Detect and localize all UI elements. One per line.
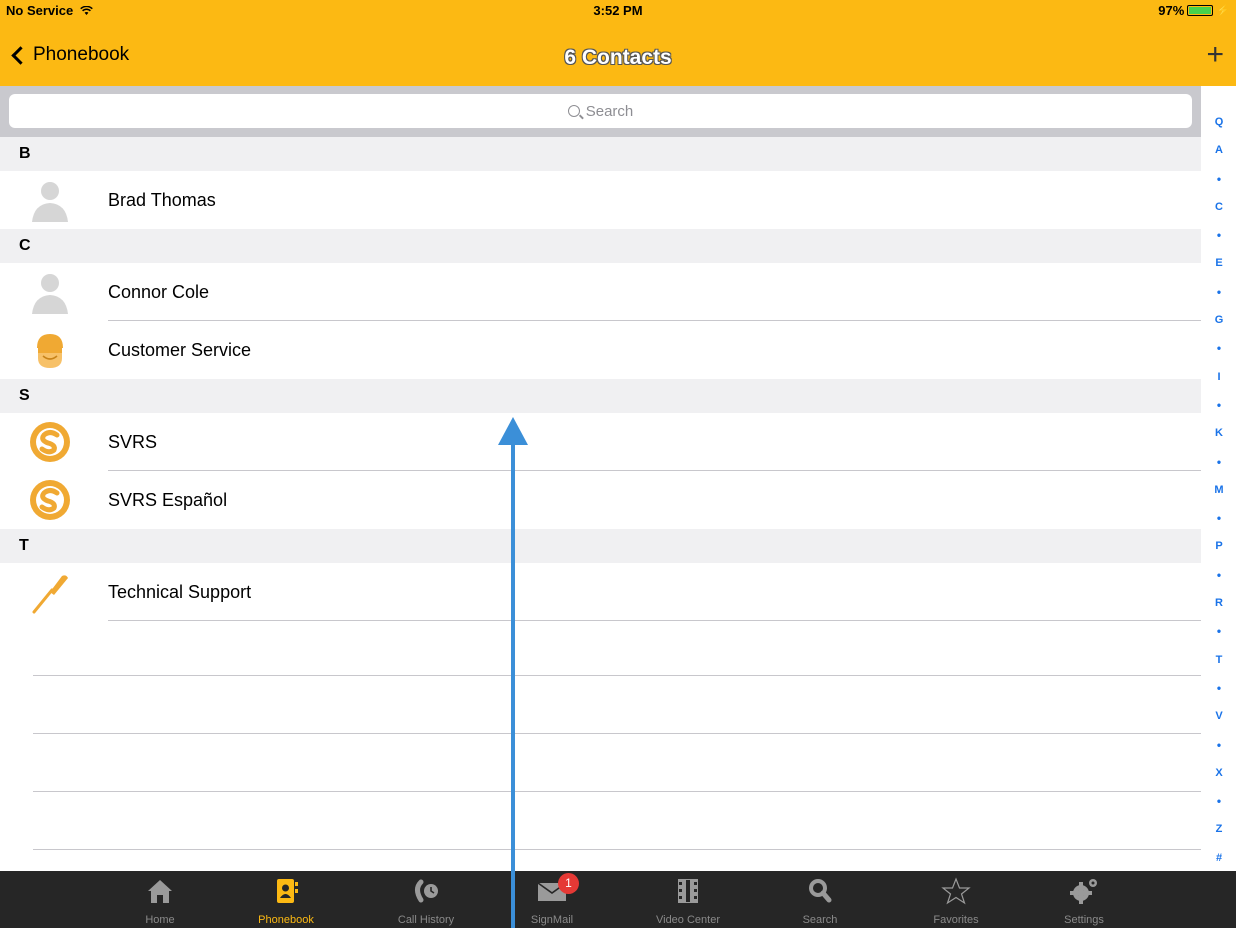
contact-row-brad-thomas[interactable]: Brad Thomas bbox=[0, 171, 1201, 229]
tab-label: Search bbox=[802, 914, 838, 926]
svrs-logo-icon bbox=[30, 480, 70, 520]
section-header-t: T bbox=[0, 529, 1201, 563]
search-bar: Search bbox=[0, 86, 1201, 137]
index-c[interactable]: C bbox=[1215, 193, 1223, 221]
home-icon bbox=[148, 880, 172, 903]
charging-icon: ⚡ bbox=[1216, 5, 1230, 17]
top-bar: No Service 3:52 PM 97% ⚡ Phonebook 6 Con… bbox=[0, 0, 1236, 86]
contact-name: Connor Cole bbox=[108, 282, 210, 302]
contact-row-customer-service[interactable]: Customer Service bbox=[0, 321, 1201, 379]
index-dot[interactable]: • bbox=[1217, 391, 1221, 419]
tab-label: Call History bbox=[397, 914, 455, 926]
index-r[interactable]: R bbox=[1215, 589, 1223, 617]
search-placeholder: Search bbox=[585, 102, 634, 120]
screwdriver-icon bbox=[32, 575, 68, 614]
index-dot[interactable]: • bbox=[1217, 221, 1221, 249]
call-history-icon bbox=[415, 879, 438, 903]
tab-label: Favorites bbox=[933, 914, 979, 926]
empty-row-separator bbox=[33, 791, 1201, 792]
add-contact-button[interactable]: + bbox=[1206, 40, 1224, 70]
tab-search[interactable]: Search bbox=[760, 871, 880, 928]
index-dot[interactable]: • bbox=[1217, 504, 1221, 532]
empty-row-separator bbox=[33, 849, 1201, 850]
index-i[interactable]: I bbox=[1217, 363, 1220, 391]
unread-badge: 1 bbox=[558, 873, 579, 894]
tab-video-center[interactable]: Video Center bbox=[628, 871, 748, 928]
contact-row-connor-cole[interactable]: Connor Cole bbox=[0, 263, 1201, 321]
contact-row-svrs[interactable]: SVRS bbox=[0, 413, 1201, 471]
svrs-logo-icon bbox=[30, 422, 70, 462]
person-placeholder-icon bbox=[32, 182, 68, 222]
status-time: 3:52 PM bbox=[593, 3, 643, 18]
tab-favorites[interactable]: Favorites bbox=[896, 871, 1016, 928]
index-e[interactable]: E bbox=[1215, 249, 1222, 277]
index-g[interactable]: G bbox=[1215, 306, 1224, 334]
star-icon bbox=[941, 877, 971, 905]
section-header-c: C bbox=[0, 229, 1201, 263]
index-k[interactable]: K bbox=[1215, 419, 1223, 447]
index-dot[interactable]: • bbox=[1217, 278, 1221, 306]
tab-call-history[interactable]: Call History bbox=[366, 871, 486, 928]
tab-home[interactable]: Home bbox=[100, 871, 220, 928]
empty-row-separator bbox=[33, 675, 1201, 676]
index-dot[interactable]: • bbox=[1217, 165, 1221, 193]
tab-settings[interactable]: Settings bbox=[1024, 871, 1144, 928]
headset-agent-icon bbox=[37, 334, 63, 368]
annotation-arrow-line bbox=[511, 438, 515, 928]
contact-row-technical-support[interactable]: Technical Support bbox=[0, 563, 1201, 621]
index-dot[interactable]: • bbox=[1217, 561, 1221, 589]
search-icon bbox=[567, 105, 580, 117]
search-input[interactable]: Search bbox=[9, 94, 1192, 128]
battery-status: 97% ⚡ bbox=[1158, 3, 1230, 18]
section-header-s: S bbox=[0, 379, 1201, 413]
page-title: 6 Contacts bbox=[564, 46, 672, 69]
contact-list: B Brad Thomas C Connor Cole Customer Ser… bbox=[0, 137, 1201, 621]
index-dot[interactable]: • bbox=[1217, 731, 1221, 759]
tab-bar: Home Phonebook Call History 1 SignMail V… bbox=[0, 871, 1236, 928]
index-t[interactable]: T bbox=[1216, 646, 1223, 674]
contact-name: SVRS Español bbox=[108, 490, 228, 510]
tab-signmail[interactable]: 1 SignMail bbox=[492, 871, 612, 928]
index-v[interactable]: V bbox=[1215, 702, 1222, 730]
contact-name: Technical Support bbox=[108, 582, 252, 602]
annotation-arrow-head bbox=[498, 417, 528, 445]
tab-phonebook[interactable]: Phonebook bbox=[226, 871, 346, 928]
contact-name: Brad Thomas bbox=[108, 190, 216, 210]
index-x[interactable]: X bbox=[1215, 759, 1222, 787]
index-dot[interactable]: • bbox=[1217, 787, 1221, 815]
contact-name: SVRS bbox=[108, 432, 158, 452]
gear-icon bbox=[1070, 879, 1097, 904]
section-header-b: B bbox=[0, 137, 1201, 171]
empty-row-separator bbox=[33, 733, 1201, 734]
tab-label: Home bbox=[145, 914, 175, 926]
film-icon bbox=[678, 879, 698, 903]
search-icon bbox=[809, 879, 832, 903]
index-a[interactable]: A bbox=[1215, 136, 1223, 164]
index-p[interactable]: P bbox=[1215, 532, 1222, 560]
index-z[interactable]: Z bbox=[1216, 815, 1223, 843]
contact-row-svrs-espanol[interactable]: SVRS Español bbox=[0, 471, 1201, 529]
tab-label: SignMail bbox=[530, 914, 574, 926]
index-dot[interactable]: • bbox=[1217, 674, 1221, 702]
tab-label: Settings bbox=[1064, 914, 1104, 926]
index-hash[interactable]: # bbox=[1216, 844, 1222, 872]
section-index[interactable]: Q A • C • E • G • I • K • M • P • R • T … bbox=[1202, 108, 1236, 872]
index-dot[interactable]: • bbox=[1217, 448, 1221, 476]
battery-icon bbox=[1187, 5, 1214, 16]
phonebook-icon bbox=[277, 879, 298, 903]
tab-label: Phonebook bbox=[258, 914, 314, 926]
contact-name: Customer Service bbox=[108, 340, 252, 360]
index-search-icon[interactable]: Q bbox=[1215, 108, 1224, 136]
index-dot[interactable]: • bbox=[1217, 617, 1221, 645]
index-m[interactable]: M bbox=[1214, 476, 1223, 504]
index-dot[interactable]: • bbox=[1217, 334, 1221, 362]
tab-label: Video Center bbox=[655, 914, 720, 926]
person-placeholder-icon bbox=[32, 274, 68, 314]
